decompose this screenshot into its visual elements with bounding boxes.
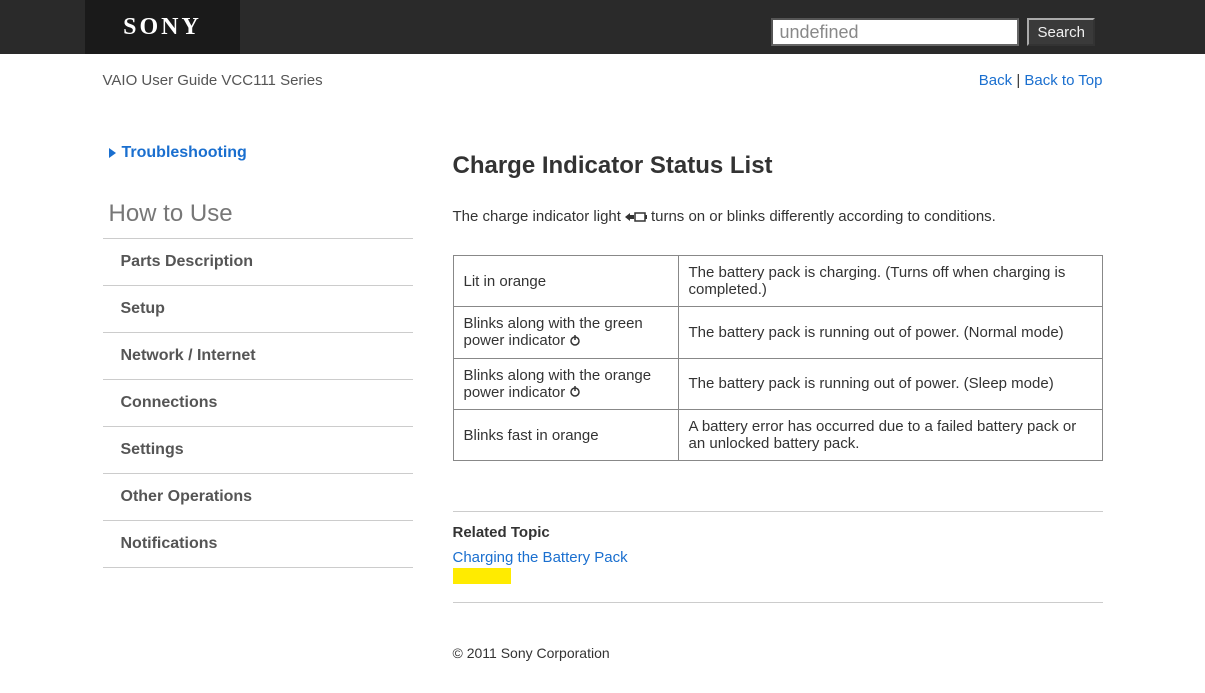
sidebar: Troubleshooting How to Use Parts Descrip… [103,144,413,661]
breadcrumb-row: VAIO User Guide VCC111 Series Back | Bac… [103,54,1103,89]
status-table: Lit in orangeThe battery pack is chargin… [453,255,1103,461]
copyright: © 2011 Sony Corporation [453,615,1103,661]
intro-after: turns on or blinks differently according… [651,208,996,225]
intro-before: The charge indicator light [453,208,621,225]
table-row: Blinks along with the orange power indic… [453,358,1102,410]
table-row: Blinks along with the green power indica… [453,307,1102,359]
guide-title: VAIO User Guide VCC111 Series [103,72,323,89]
sidebar-item-settings[interactable]: Settings [103,427,413,474]
sidebar-nav: Parts Description Setup Network / Intern… [103,238,413,568]
sidebar-item-connections[interactable]: Connections [103,380,413,427]
divider [453,511,1103,512]
sidebar-item-setup[interactable]: Setup [103,286,413,333]
top-bar: SONY Search [0,0,1205,54]
nav-links: Back | Back to Top [979,72,1103,89]
related-link[interactable]: Charging the Battery Pack [453,549,1103,566]
search-button[interactable]: Search [1027,18,1095,46]
troubleshooting-link[interactable]: Troubleshooting [109,144,413,162]
desc-cell: A battery error has occurred due to a fa… [678,410,1102,461]
divider [453,602,1103,603]
page-title: Charge Indicator Status List [453,152,1103,180]
status-cell: Blinks along with the orange power indic… [453,358,678,410]
search-area: Search [771,18,1095,46]
table-row: Lit in orangeThe battery pack is chargin… [453,256,1102,307]
sidebar-item-network[interactable]: Network / Internet [103,333,413,380]
troubleshooting-label: Troubleshooting [122,144,247,162]
sidebar-item-other[interactable]: Other Operations [103,474,413,521]
charge-indicator-icon [625,211,647,223]
status-cell: Blinks along with the green power indica… [453,307,678,359]
power-icon [569,333,581,350]
how-to-use-heading: How to Use [103,200,413,228]
desc-cell: The battery pack is running out of power… [678,358,1102,410]
sidebar-item-notifications[interactable]: Notifications [103,521,413,568]
logo-text: SONY [123,14,202,41]
logo: SONY [85,0,240,54]
search-input[interactable] [771,18,1019,46]
sidebar-item-parts[interactable]: Parts Description [103,239,413,286]
status-cell: Blinks fast in orange [453,410,678,461]
main-content: Charge Indicator Status List The charge … [453,144,1103,661]
status-cell: Lit in orange [453,256,678,307]
highlight-marker [453,568,511,584]
chevron-right-icon [109,148,116,158]
back-to-top-link[interactable]: Back to Top [1024,72,1102,89]
desc-cell: The battery pack is charging. (Turns off… [678,256,1102,307]
table-row: Blinks fast in orangeA battery error has… [453,410,1102,461]
desc-cell: The battery pack is running out of power… [678,307,1102,359]
power-icon [569,384,581,401]
related-heading: Related Topic [453,524,1103,541]
intro-text: The charge indicator light turns on or b… [453,208,1103,225]
back-link[interactable]: Back [979,72,1012,89]
